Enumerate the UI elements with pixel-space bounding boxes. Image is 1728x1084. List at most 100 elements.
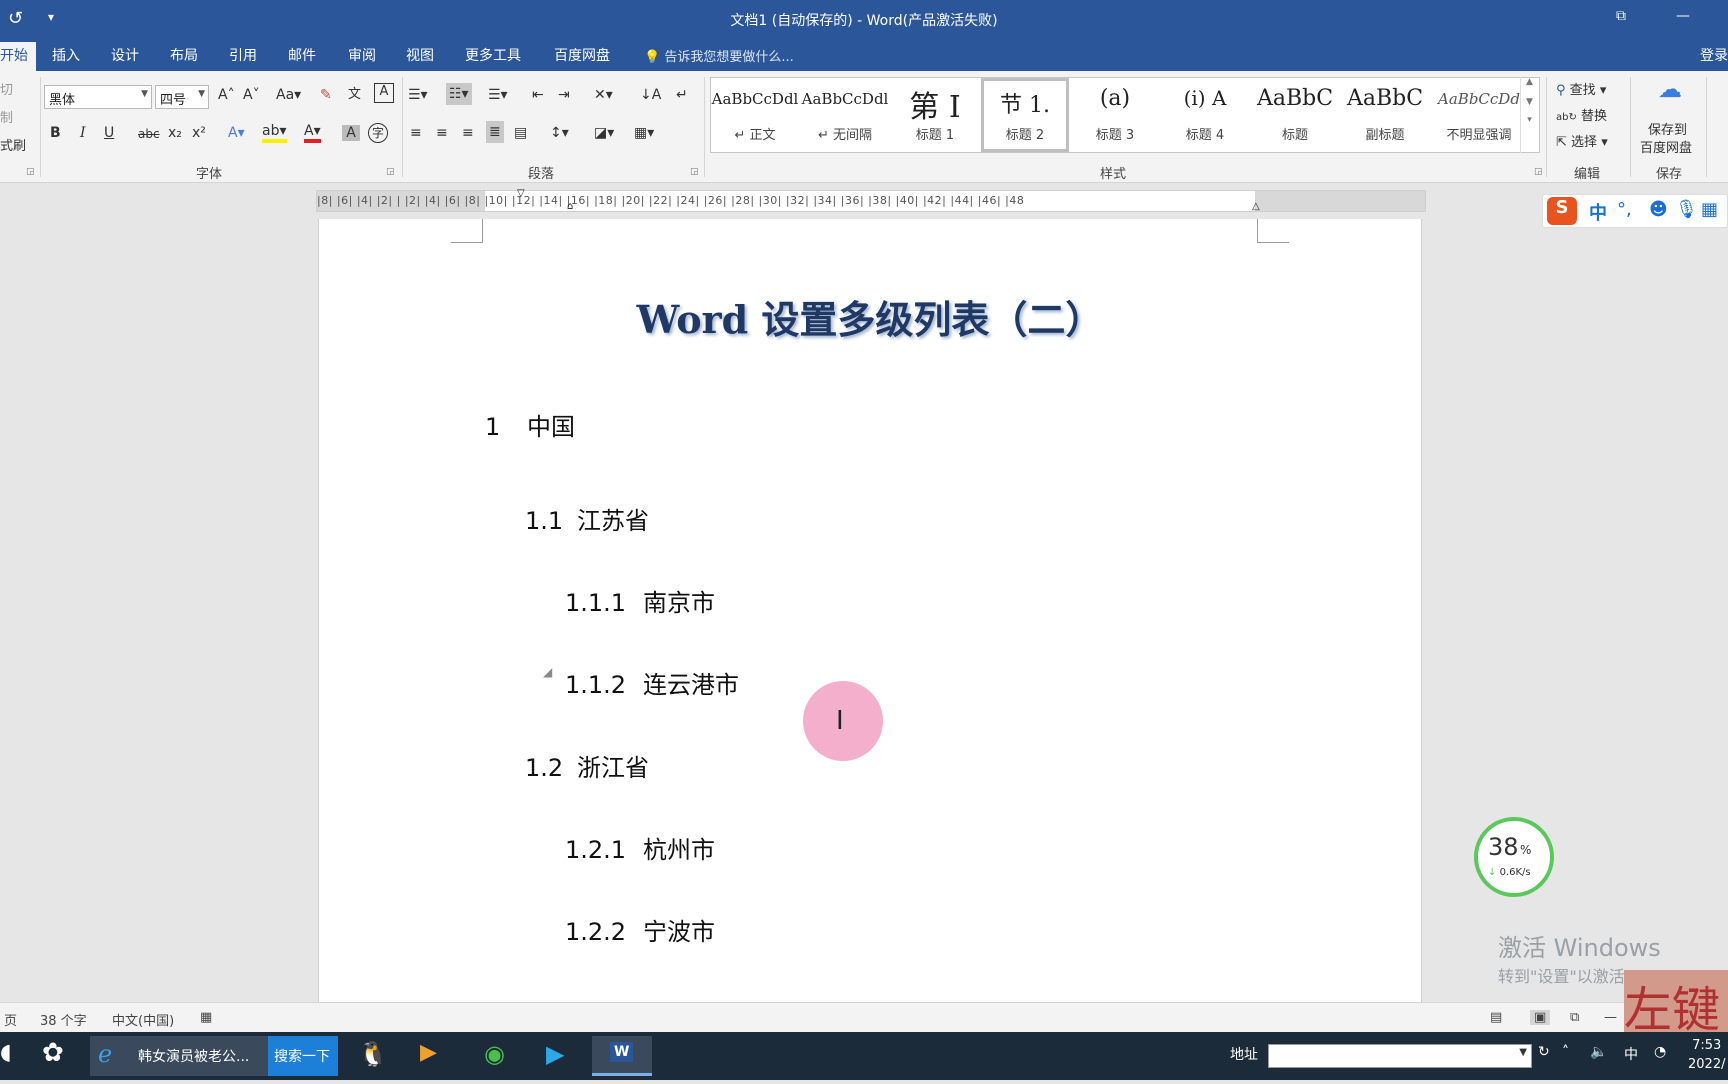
- read-mode-icon[interactable]: ▤: [1490, 1010, 1502, 1025]
- enclose-characters-icon[interactable]: 字: [368, 123, 388, 143]
- tab-baidu-netdisk[interactable]: 百度网盘: [554, 45, 610, 65]
- right-indent-marker-icon[interactable]: △: [1252, 201, 1260, 212]
- increase-indent-icon[interactable]: ⇥: [558, 87, 570, 103]
- volume-icon[interactable]: 🔈: [1590, 1044, 1607, 1084]
- subscript-button[interactable]: x₂: [168, 125, 182, 141]
- cut-button[interactable]: 切: [0, 79, 13, 98]
- list-item-level3[interactable]: 1.1.1 南京市: [565, 583, 715, 618]
- select-button[interactable]: ⇱ 选择 ▾: [1556, 131, 1608, 150]
- media-player-icon[interactable]: ▶: [546, 1040, 564, 1080]
- ime-punct-toggle[interactable]: °,: [1617, 199, 1632, 220]
- style-title[interactable]: AaBbC 标题: [1251, 78, 1339, 152]
- print-layout-icon[interactable]: ▣: [1530, 1010, 1551, 1025]
- format-painter-button[interactable]: 式刷: [0, 135, 26, 154]
- tray-expand-icon[interactable]: ˄: [1562, 1044, 1569, 1084]
- underline-button[interactable]: U: [104, 125, 114, 141]
- sort-icon[interactable]: ↓A: [640, 87, 661, 103]
- list-item-level2[interactable]: 1.1 江苏省: [525, 501, 649, 536]
- tell-me-search[interactable]: 💡 告诉我您想要做什么...: [644, 46, 794, 65]
- keyboard-icon[interactable]: ▦: [1701, 199, 1718, 220]
- line-spacing-icon[interactable]: ↕▾: [550, 125, 569, 141]
- show-marks-icon[interactable]: ↵: [676, 87, 688, 103]
- justify-icon[interactable]: ≣: [486, 121, 504, 143]
- pinwheel-app-icon[interactable]: ✿: [42, 1038, 64, 1078]
- style-normal[interactable]: AaBbCcDdl ↵ 正文: [711, 78, 799, 152]
- style-no-spacing[interactable]: AaBbCcDdl ↵ 无间隔: [801, 78, 889, 152]
- style-heading-2[interactable]: 节 1. 标题 2: [981, 78, 1069, 152]
- highlight-icon[interactable]: ab▾: [262, 123, 287, 143]
- minimize-button[interactable]: —: [1676, 8, 1690, 24]
- decrease-indent-icon[interactable]: ⇤: [532, 87, 544, 103]
- qq-penguin-icon[interactable]: 🐧: [358, 1040, 388, 1080]
- style-heading-3[interactable]: (a) 标题 3: [1071, 78, 1159, 152]
- chevron-up-icon[interactable]: ▲: [1521, 77, 1538, 87]
- character-shading-icon[interactable]: A: [342, 125, 360, 141]
- restore-icon[interactable]: ⧉: [1616, 8, 1626, 24]
- refresh-address-icon[interactable]: ↻: [1538, 1044, 1550, 1084]
- font-family-select[interactable]: 黑体 ▼: [44, 85, 152, 109]
- horizontal-ruler[interactable]: |8| |6| |4| |2| | |2| |4| |6| |8| |10| |…: [316, 188, 1426, 212]
- style-subtitle[interactable]: AaBbC 副标题: [1341, 78, 1429, 152]
- tab-home[interactable]: 开始: [0, 42, 36, 71]
- align-left-icon[interactable]: ≡: [410, 125, 422, 141]
- superscript-button[interactable]: x²: [192, 125, 206, 141]
- align-right-icon[interactable]: ≡: [462, 125, 474, 141]
- taskbar-ie-window[interactable]: ℯ 韩女演员被老公...: [90, 1036, 268, 1076]
- style-heading-1[interactable]: 第 I 标题 1: [891, 78, 979, 152]
- sogou-logo-icon[interactable]: S: [1547, 197, 1577, 225]
- list-item-level2[interactable]: 1.2 浙江省: [525, 748, 649, 783]
- clock[interactable]: 7:53 2022/: [1688, 1036, 1725, 1074]
- styles-gallery-scroll[interactable]: ▲ ▼ ▾: [1520, 77, 1538, 153]
- paragraph-dialog-launcher-icon[interactable]: ◲: [690, 167, 699, 177]
- find-button[interactable]: ⚲ 查找 ▾: [1556, 79, 1606, 98]
- list-item-level3[interactable]: 1.1.2 连云港市: [565, 665, 739, 700]
- video-player-icon[interactable]: ▶: [420, 1040, 437, 1080]
- tab-design[interactable]: 设计: [111, 45, 139, 65]
- tab-view[interactable]: 视图: [406, 45, 434, 65]
- style-subtle-emphasis[interactable]: AaBbCcDd 不明显强调: [1431, 78, 1527, 152]
- font-color-icon[interactable]: A▾: [304, 123, 321, 143]
- tab-references[interactable]: 引用: [229, 45, 257, 65]
- distributed-icon[interactable]: ▤: [514, 125, 527, 141]
- chevron-down-icon[interactable]: ▼: [1521, 97, 1538, 107]
- tab-insert[interactable]: 插入: [52, 45, 80, 65]
- character-border-icon[interactable]: A: [374, 83, 394, 103]
- start-button-icon[interactable]: ◖: [0, 1040, 12, 1080]
- first-line-indent-marker-icon[interactable]: ▽: [517, 188, 525, 199]
- numbering-icon[interactable]: ☷▾: [446, 83, 472, 105]
- login-link[interactable]: 登录: [1700, 45, 1728, 65]
- ime-lang-toggle[interactable]: 中: [1589, 199, 1607, 225]
- chevron-down-icon[interactable]: ▼: [1519, 1047, 1527, 1058]
- bullets-icon[interactable]: ☰▾: [408, 87, 428, 103]
- taskbar-word-window[interactable]: W: [592, 1036, 652, 1076]
- style-heading-4[interactable]: (i) A 标题 4: [1161, 78, 1249, 152]
- bold-button[interactable]: B: [50, 125, 61, 141]
- strikethrough-button[interactable]: abc: [138, 127, 160, 141]
- grow-font-icon[interactable]: A˄: [218, 87, 235, 103]
- web-layout-icon[interactable]: ⧉: [1570, 1010, 1579, 1025]
- text-effects-icon[interactable]: A▾: [228, 125, 245, 141]
- status-word-count[interactable]: 38 个字: [40, 1010, 87, 1029]
- align-center-icon[interactable]: ≡: [436, 125, 448, 141]
- baidu-cloud-icon[interactable]: ☁: [1658, 75, 1682, 103]
- 360-browser-icon[interactable]: ◉: [484, 1040, 505, 1080]
- save-to-netdisk-line2[interactable]: 百度网盘: [1640, 137, 1692, 156]
- network-speed-widget[interactable]: 38 % ↓ 0.6K/s: [1474, 817, 1554, 897]
- macro-record-icon[interactable]: ▦: [200, 1010, 212, 1025]
- shrink-font-icon[interactable]: A˅: [243, 87, 260, 103]
- phonetic-guide-icon[interactable]: 文: [348, 83, 361, 102]
- styles-dialog-launcher-icon[interactable]: ◲: [1534, 167, 1543, 177]
- list-item-level1[interactable]: 1 中国: [485, 407, 575, 442]
- status-page[interactable]: 页: [4, 1010, 17, 1029]
- zoom-out-button[interactable]: —: [1604, 1010, 1617, 1025]
- microphone-icon[interactable]: 🎙: [1675, 199, 1698, 220]
- font-dialog-launcher-icon[interactable]: ◲: [386, 167, 395, 177]
- tab-more-tools[interactable]: 更多工具: [465, 45, 521, 65]
- status-language[interactable]: 中文(中国): [112, 1010, 174, 1029]
- italic-button[interactable]: I: [80, 125, 86, 141]
- list-item-level3[interactable]: 1.2.1 杭州市: [565, 830, 715, 865]
- document-page[interactable]: Word 设置多级列表（二） 1 中国 1.1 江苏省 1.1.1 南京市 ◢ 1.1…: [318, 219, 1422, 1009]
- copy-button[interactable]: 制: [0, 107, 13, 126]
- shading-icon[interactable]: ◪▾: [594, 125, 614, 141]
- list-item-level3[interactable]: 1.2.2 宁波市: [565, 912, 715, 947]
